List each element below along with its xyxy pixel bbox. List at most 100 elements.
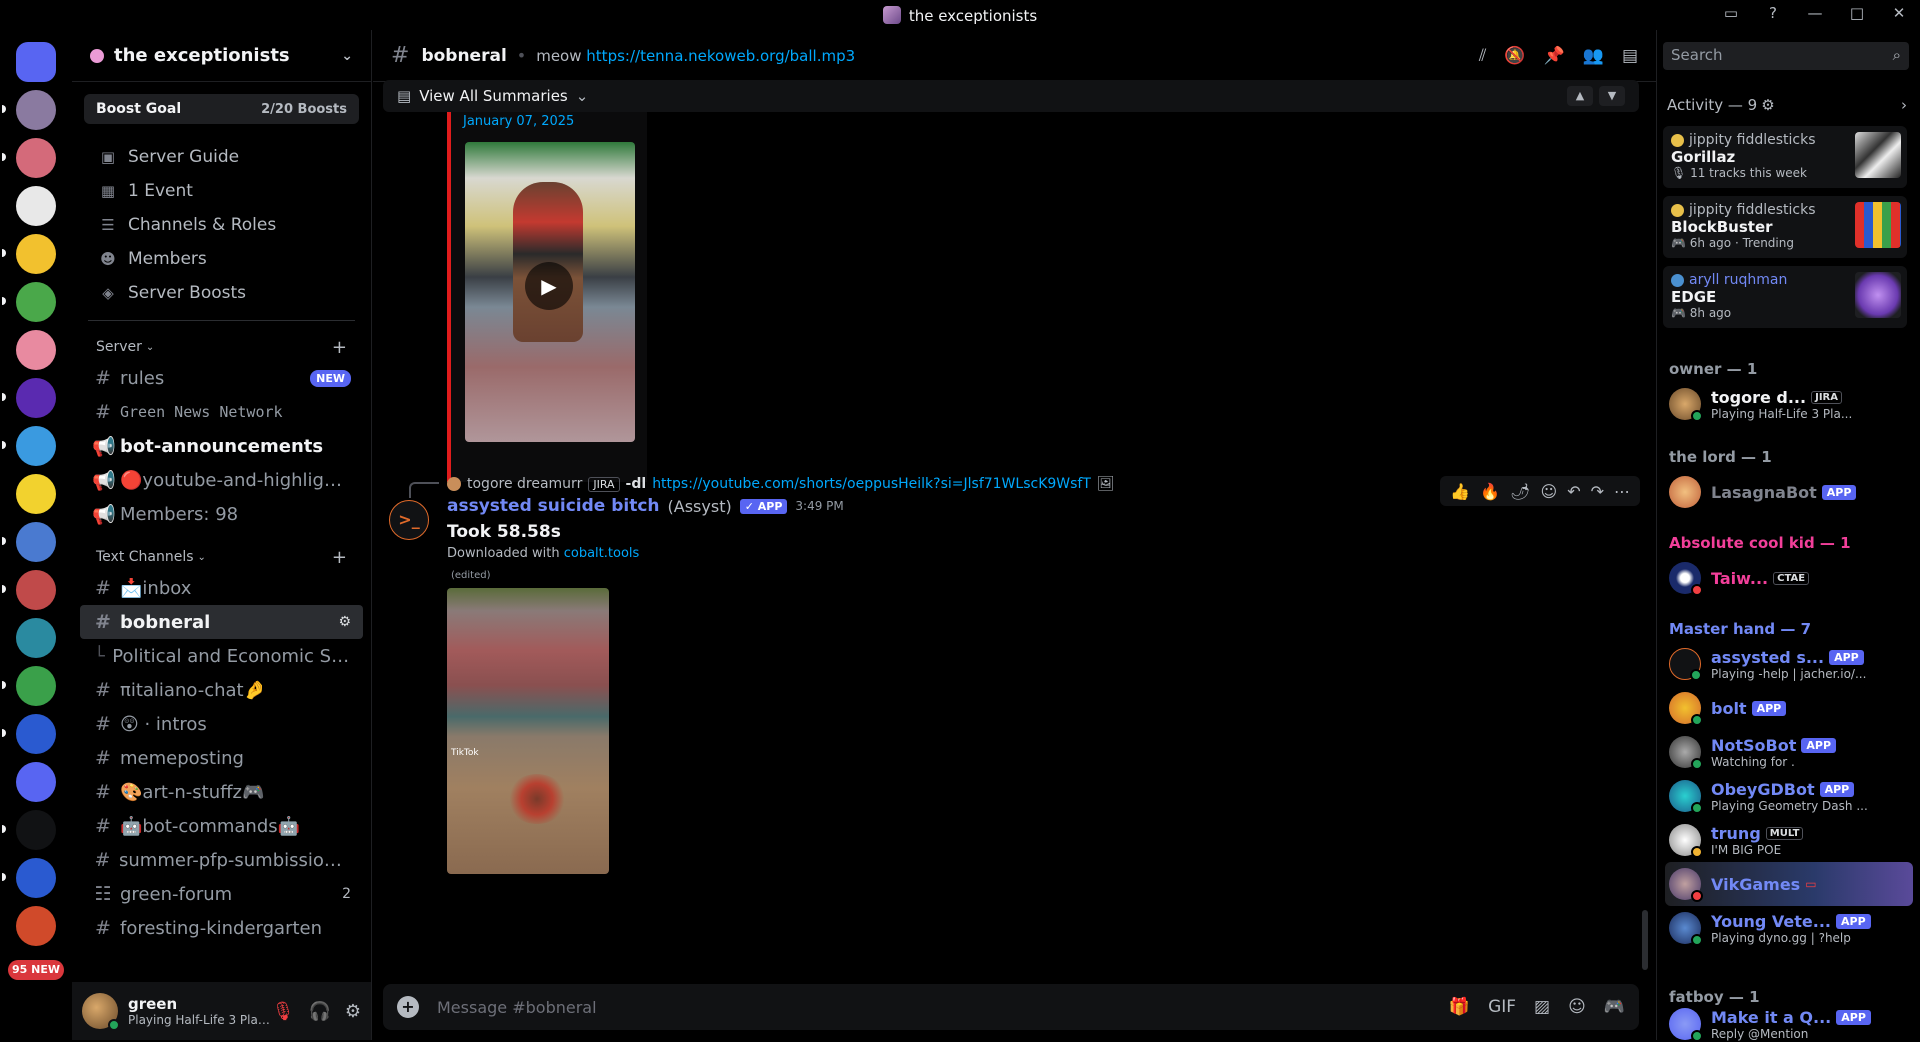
emoji-icon[interactable]: ☺ [1568,997,1586,1017]
sticker-icon[interactable]: ▨ [1534,997,1550,1017]
play-icon[interactable]: ▶ [525,262,573,310]
pepper-reaction-icon[interactable]: 🌶 [1510,482,1530,501]
channel-green-news-network[interactable]: # Green News Network [80,395,363,429]
add-reaction-icon[interactable]: ☺ [1541,482,1558,501]
microphone-muted-icon[interactable]: 🎙 [272,1001,295,1022]
guild-icon-guild-12[interactable] [16,618,56,658]
notification-bell-muted-icon[interactable]: 🔕 [1504,46,1525,66]
reply-preview[interactable]: togore dreamurr JIRA -dl https://youtube… [447,474,1115,494]
nav-server-boosts[interactable]: ◈ Server Boosts [80,276,363,310]
channel-rules[interactable]: # rules NEW [80,361,363,395]
user-info[interactable]: green Playing Half-Life 3 Playt... [128,995,272,1027]
guild-icon-guild-14[interactable] [2,714,56,754]
channel-bot-announcements[interactable]: 📢 bot-announcements [80,429,363,463]
thumbs-up-reaction-icon[interactable]: 👍 [1450,482,1470,501]
boost-goal[interactable]: Boost Goal 2/20 Boosts [84,94,359,124]
member-item[interactable]: bolt APP [1665,686,1913,730]
guild-icon-guild-11[interactable] [2,570,56,610]
threads-icon[interactable]: ⫽ [1479,46,1487,66]
activity-card[interactable]: jippity fiddlesticks BlockBuster 🎮 6h ag… [1663,196,1907,258]
guild-icon-guild-17[interactable] [2,858,56,898]
channel-members-count[interactable]: 📢 Members: 98 [80,497,363,531]
inbox-icon[interactable]: ▭ [1720,4,1742,22]
summaries-icon[interactable]: ▤ [1622,46,1638,66]
topic-link[interactable]: https://tenna.nekoweb.org/ball.mp3 [586,47,855,65]
guild-icon-guild-18[interactable] [16,906,56,946]
guild-icon-guild-2[interactable] [2,138,56,178]
member-item[interactable]: Make it a Q... APP Reply @Mention [1665,1008,1913,1042]
message-author[interactable]: assysted suicide bitch [447,496,660,516]
channel-bobneral[interactable]: # bobneral ⚙ [80,605,363,639]
pin-icon[interactable]: 📌 [1544,46,1565,66]
guild-icon-discord-home[interactable] [16,42,56,82]
video-thumbnail[interactable]: ▶ [465,142,635,442]
nav-server-guide[interactable]: ▣ Server Guide [80,140,363,174]
member-item[interactable]: togore d... JIRA Playing Half-Life 3 Pla..… [1665,382,1913,426]
apps-icon[interactable]: 🎮 [1604,997,1625,1017]
thread-political-economic[interactable]: └ Political and Economic Stat... [80,639,363,673]
guild-icon-guild-9[interactable] [16,474,56,514]
member-list-icon[interactable]: 👥 [1583,46,1604,66]
channel-green-forum[interactable]: ☷ green-forum 2 [80,877,363,911]
guild-icon-guild-8[interactable] [2,426,56,466]
member-item[interactable]: VikGames ▭ [1665,862,1913,906]
member-item[interactable]: Taiw... CTAE [1665,556,1913,600]
channel-youtube-and-highlights[interactable]: 📢 🔴youtube-and-highlights... [80,463,363,497]
channel-italiano-chat[interactable]: # πitaliano-chat🤌 [80,673,363,707]
guild-icon-guild-3[interactable] [16,186,56,226]
help-icon[interactable]: ? [1762,4,1784,22]
channel-summer-pfp[interactable]: # summer-pfp-sumbissions... [80,843,363,877]
add-attachment-icon[interactable]: + [397,996,419,1018]
member-item[interactable]: assysted s... APP Playing -help | jacher.i… [1665,642,1913,686]
guild-icon-guild-5[interactable] [2,282,56,322]
guild-icon-guild-15[interactable] [16,762,56,802]
channel-foresting-kindergarten[interactable]: # foresting-kindergarten [80,911,363,945]
activity-card[interactable]: aryll ruqhman EDGE 🎮 8h ago [1663,266,1907,328]
maximize-icon[interactable]: □ [1846,4,1868,22]
category-server[interactable]: Server ⌄ + [80,333,363,361]
gift-icon[interactable]: 🎁 [1449,997,1470,1017]
member-item[interactable]: ObeyGDBot APP Playing Geometry Dash ... [1665,774,1913,818]
headphones-icon[interactable]: 🎧 [308,1001,330,1022]
member-item[interactable]: LasagnaBot APP [1665,470,1913,514]
category-text-channels[interactable]: Text Channels ⌄ + [80,543,363,571]
channel-intros[interactable]: # 😲 · intros [80,707,363,741]
member-item[interactable]: Young Vete... APP Playing dyno.gg | ?help [1665,906,1913,950]
search-input[interactable]: Search ⌕ [1663,42,1909,70]
nav-members[interactable]: ☻ Members [80,242,363,276]
gif-icon[interactable]: GIF [1488,997,1516,1017]
guild-icon-guild-10[interactable] [2,522,56,562]
minimize-icon[interactable]: — [1804,4,1826,22]
forward-icon[interactable]: ↷ [1591,482,1604,501]
member-item[interactable]: trung MULT I'M BIG POE [1665,818,1913,862]
guild-icon-guild-16[interactable] [2,810,56,850]
channel-memeposting[interactable]: # memeposting [80,741,363,775]
guild-icon-guild-6[interactable] [16,330,56,370]
cobalt-link[interactable]: cobalt.tools [564,546,640,561]
channel-bot-commands[interactable]: # 🤖bot-commands🤖 [80,809,363,843]
video-attachment[interactable]: TikTok [447,588,609,874]
channel-inbox[interactable]: # 📩inbox [80,571,363,605]
new-badge[interactable]: 95 NEW [8,960,64,980]
more-icon[interactable]: ⋯ [1614,482,1630,501]
guild-icon-guild-13[interactable] [2,666,56,706]
activity-card[interactable]: jippity fiddlesticks Gorillaz 🎙 11 track… [1663,126,1907,188]
close-icon[interactable]: ✕ [1888,4,1910,22]
nav-channels-roles[interactable]: ☰ Channels & Roles [80,208,363,242]
chevron-up-icon[interactable]: ▲ [1567,86,1593,106]
guild-icon-guild-1[interactable] [2,90,56,130]
avatar[interactable]: >_ [389,500,429,540]
guild-icon-guild-7[interactable] [2,378,56,418]
message-input[interactable]: Message #bobneral [437,998,597,1017]
add-channel-icon[interactable]: + [332,337,347,358]
add-channel-icon[interactable]: + [332,547,347,568]
scrollbar[interactable] [1642,910,1648,970]
fire-reaction-icon[interactable]: 🔥 [1480,482,1500,501]
guild-icon-guild-4[interactable] [2,234,56,274]
gear-icon[interactable]: ⚙ [345,1001,361,1022]
reply-icon[interactable]: ↶ [1567,482,1580,501]
activity-header[interactable]: Activity — 9 ⚙ › [1667,96,1907,114]
chevron-down-icon[interactable]: ▼ [1599,86,1625,106]
nav-event[interactable]: ▦ 1 Event [80,174,363,208]
avatar[interactable] [82,993,120,1031]
